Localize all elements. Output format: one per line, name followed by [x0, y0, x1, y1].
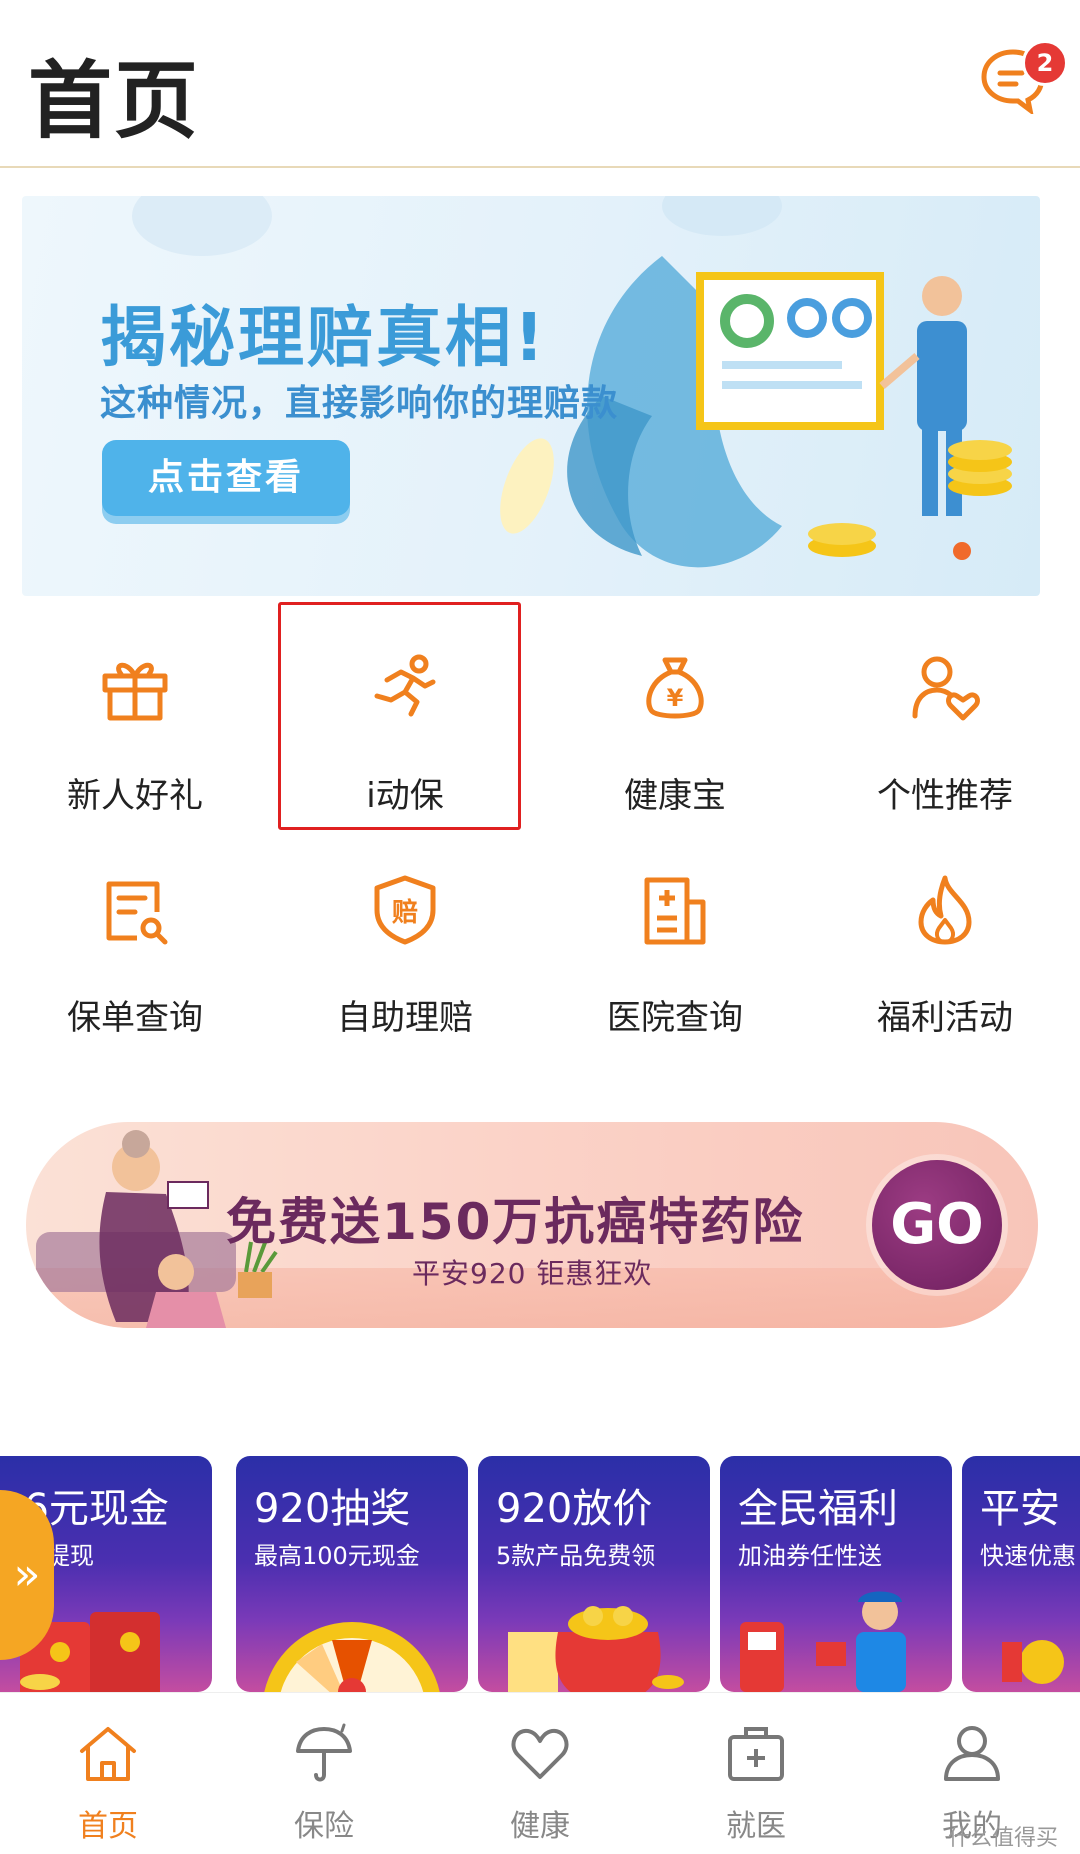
grid-item-label: 个性推荐	[877, 776, 1013, 816]
activity-card[interactable]: 920放价 5款产品免费领	[478, 1456, 710, 1692]
grid-item-recommend[interactable]: 个性推荐	[810, 600, 1080, 816]
header-bar: 首页 2	[0, 0, 1080, 168]
tab-label: 健康	[510, 1809, 570, 1844]
home-icon	[80, 1727, 136, 1781]
activity-cards: 16元现金 日可提现 920抽奖 最高100元现金 920放价 5款产品免费领	[0, 1456, 1080, 1692]
promo-title: 免费送150万抗癌特药险	[226, 1193, 805, 1251]
highlight-box	[278, 602, 521, 830]
promo-art	[1002, 1640, 1064, 1684]
svg-text:赔: 赔	[392, 898, 418, 928]
tab-label: 保险	[294, 1809, 354, 1844]
card-title: 920放价	[496, 1486, 653, 1532]
tab-medical[interactable]: 就医	[648, 1693, 864, 1854]
money-bag-icon: ¥	[646, 657, 704, 719]
grid-item-label: 自助理赔	[337, 998, 473, 1038]
tab-label: 就医	[726, 1809, 786, 1844]
message-count-badge: 2	[1022, 40, 1068, 86]
flame-icon	[918, 875, 972, 945]
hospital-list-icon	[644, 877, 706, 945]
card-title: 全民福利	[738, 1486, 898, 1532]
tab-home[interactable]: 首页	[0, 1693, 216, 1854]
activity-card[interactable]: 平安 快速优惠	[962, 1456, 1080, 1692]
promo-subtitle: 平安920 钜惠狂欢	[412, 1257, 653, 1290]
promo-go-button[interactable]: GO	[872, 1160, 1002, 1290]
feature-grid: 新人好礼 i动保 ¥ 健康宝 个性推荐 保单查询 赔 自助理赔 医院查询 福利活…	[0, 600, 1080, 1040]
card-title: 920抽奖	[254, 1486, 411, 1532]
lucky-bag-art	[508, 1606, 684, 1692]
promo-banner[interactable]: 免费送150万抗癌特药险 平安920 钜惠狂欢 GO	[26, 1122, 1038, 1328]
heart-icon	[511, 1728, 569, 1779]
medical-kit-icon	[728, 1727, 784, 1781]
grid-item-label: 健康宝	[624, 776, 726, 816]
activity-card[interactable]: 920抽奖 最高100元现金	[236, 1456, 468, 1692]
card-subtitle: 最高100元现金	[254, 1542, 420, 1570]
tab-label: 首页	[78, 1809, 138, 1844]
hero-title: 揭秘理赔真相!	[100, 299, 548, 376]
grid-item-health-bao[interactable]: ¥ 健康宝	[540, 600, 810, 816]
tab-health[interactable]: 健康	[432, 1693, 648, 1854]
grid-item-label: 保单查询	[67, 998, 203, 1038]
svg-text:¥: ¥	[667, 684, 684, 712]
hero-subtitle: 这种情况，直接影响你的理赔款	[100, 383, 619, 424]
grid-item-policy-query[interactable]: 保单查询	[0, 822, 270, 1038]
user-icon	[944, 1726, 1000, 1781]
activity-card[interactable]: 全民福利 加油券任性送	[720, 1456, 952, 1692]
claim-shield-icon: 赔	[374, 875, 436, 945]
page-title: 首页	[28, 52, 201, 150]
tab-insurance[interactable]: 保险	[216, 1693, 432, 1854]
person-heart-icon	[912, 656, 980, 721]
grid-item-label: 福利活动	[877, 998, 1013, 1038]
grid-item-new-gift[interactable]: 新人好礼	[0, 600, 270, 816]
grid-item-welfare[interactable]: 福利活动	[810, 822, 1080, 1038]
card-title: 平安	[980, 1486, 1060, 1532]
watermark: 什么值得买	[948, 1826, 1059, 1851]
prize-wheel-art	[264, 1622, 440, 1692]
card-subtitle: 快速优惠	[980, 1542, 1076, 1570]
grid-item-hospital-query[interactable]: 医院查询	[540, 822, 810, 1038]
card-subtitle: 加油券任性送	[738, 1542, 882, 1570]
gift-icon	[102, 662, 168, 721]
card-subtitle: 5款产品免费领	[496, 1542, 656, 1570]
gas-station-art	[740, 1591, 906, 1692]
umbrella-icon	[296, 1723, 352, 1782]
hero-view-button[interactable]: 点击查看	[102, 440, 350, 516]
grid-item-self-claim[interactable]: 赔 自助理赔	[270, 822, 540, 1038]
hero-banner[interactable]: 揭秘理赔真相! 这种情况，直接影响你的理赔款 点击查看	[22, 196, 1040, 596]
document-search-icon	[106, 881, 168, 945]
bottom-tab-bar: 首页 保险 健康 就医 我的	[0, 1692, 1080, 1854]
grid-item-label: 新人好礼	[67, 776, 203, 816]
grid-item-label: 医院查询	[607, 998, 743, 1038]
